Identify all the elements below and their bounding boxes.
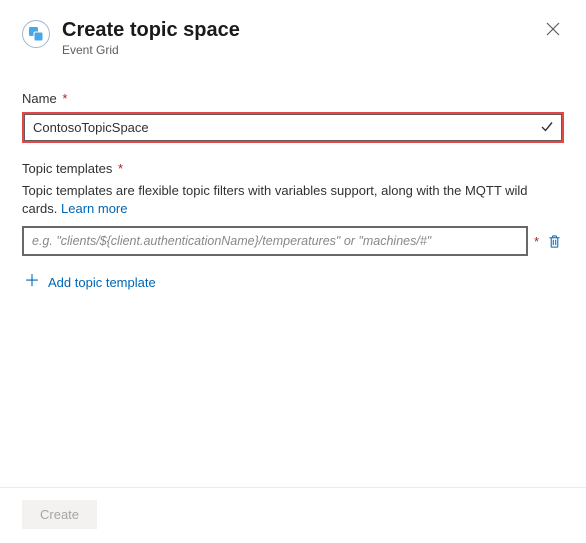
required-mark: *	[118, 161, 123, 176]
topic-space-icon	[22, 20, 50, 48]
name-input-highlight	[22, 112, 564, 143]
create-topic-space-panel: Create topic space Event Grid Name * Top	[0, 0, 586, 543]
trash-icon	[547, 234, 562, 249]
close-button[interactable]	[542, 18, 564, 42]
panel-title: Create topic space	[62, 18, 530, 42]
add-topic-template-button[interactable]: ＋ Add topic template	[22, 264, 158, 300]
required-mark: *	[62, 91, 67, 106]
close-icon	[546, 22, 560, 36]
name-field: Name *	[22, 91, 564, 143]
template-row: *	[22, 226, 564, 256]
panel-footer: Create	[0, 487, 586, 543]
required-mark: *	[534, 234, 539, 249]
panel-subtitle: Event Grid	[62, 43, 530, 57]
topic-templates-field: Topic templates * Topic templates are fl…	[22, 161, 564, 300]
name-label-text: Name	[22, 91, 57, 106]
panel-header: Create topic space Event Grid	[22, 18, 564, 57]
plus-icon: ＋	[24, 274, 40, 290]
name-label: Name *	[22, 91, 564, 106]
create-button[interactable]: Create	[22, 500, 97, 529]
templates-label-text: Topic templates	[22, 161, 112, 176]
delete-template-button[interactable]	[545, 232, 564, 251]
add-template-label: Add topic template	[48, 275, 156, 290]
learn-more-link[interactable]: Learn more	[61, 201, 127, 216]
templates-label: Topic templates *	[22, 161, 564, 176]
template-input[interactable]	[24, 228, 526, 254]
template-input-wrap	[22, 226, 528, 256]
templates-description: Topic templates are flexible topic filte…	[22, 182, 564, 218]
header-text: Create topic space Event Grid	[62, 18, 530, 57]
name-input[interactable]	[24, 114, 562, 141]
